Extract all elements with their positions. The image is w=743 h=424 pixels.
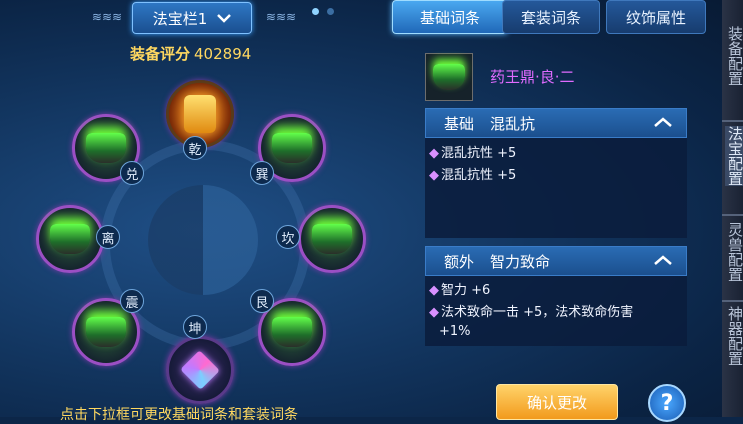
confirm-button[interactable]: 确认更改	[496, 384, 618, 420]
chevron-up-icon	[654, 115, 672, 131]
cauldron-icon	[312, 224, 352, 254]
yin-yang-icon	[148, 185, 258, 295]
diamond-icon: ◆	[429, 146, 439, 161]
score-label: 装备评分	[130, 45, 191, 63]
slot-dropdown-label: 法宝栏1	[152, 9, 208, 28]
page-dot-1[interactable]	[312, 8, 319, 15]
extra-affix-dropdown[interactable]: 额外 智力致命	[425, 246, 687, 276]
basic-affix-panel: 基础 混乱抗 ◆ 混乱抗性 +5 ◆ 混乱抗性 +5	[425, 108, 687, 238]
extra-title: 额外	[444, 252, 475, 271]
attr-line: ◆ 混乱抗性 +5	[429, 168, 517, 183]
trigram-dui: 兑	[120, 161, 144, 185]
attr-line-continued: +1%	[439, 324, 471, 339]
cauldron-icon	[272, 317, 312, 347]
chevron-up-icon	[654, 253, 672, 269]
tab-basic-affix[interactable]: 基础词条	[392, 0, 508, 34]
cauldron-icon	[433, 64, 465, 90]
cauldron-icon	[50, 224, 90, 254]
divider	[722, 300, 743, 302]
slot-kan[interactable]	[298, 205, 366, 273]
cauldron-icon	[86, 317, 126, 347]
crystal-icon	[180, 350, 220, 390]
attr-line: ◆ 智力 +6	[429, 283, 491, 298]
basic-affix-dropdown[interactable]: 基础 混乱抗	[425, 108, 687, 138]
trigram-zhen: 震	[120, 289, 144, 313]
page-dot-2[interactable]	[327, 8, 334, 15]
left-ornament-icon: ≋≋≋	[91, 10, 123, 24]
trigram-kan: 坎	[276, 225, 300, 249]
help-button[interactable]: ?	[648, 384, 686, 422]
page-dots	[312, 8, 334, 15]
side-tab-fabao[interactable]: 法宝配置	[725, 126, 743, 186]
equipment-score: 装备评分 402894	[130, 43, 251, 64]
trigram-kun: 坤	[183, 315, 207, 339]
trigram-qian: 乾	[183, 136, 207, 160]
extra-affix-panel: 额外 智力致命 ◆ 智力 +6 ◆ 法术致命一击 +5，法术致命伤害 +1%	[425, 246, 687, 346]
cauldron-icon	[86, 133, 126, 163]
attr-line: ◆ 混乱抗性 +5	[429, 146, 517, 161]
right-ornament-icon: ≋≋≋	[265, 10, 297, 24]
trigram-gen: 艮	[250, 289, 274, 313]
extra-affix-name: 智力致命	[490, 252, 551, 271]
divider	[722, 214, 743, 216]
attr-line: ◆ 法术致命一击 +5，法术致命伤害	[429, 305, 634, 320]
basic-affix-name: 混乱抗	[490, 114, 536, 133]
side-tab-pet[interactable]: 灵兽配置	[725, 222, 743, 282]
side-tab-equipment[interactable]: 装备配置	[725, 26, 743, 86]
slot-dropdown[interactable]: 法宝栏1	[132, 2, 252, 34]
diamond-icon: ◆	[429, 283, 439, 298]
basic-title: 基础	[444, 114, 475, 133]
chevron-down-icon	[217, 9, 232, 27]
item-icon[interactable]	[425, 53, 473, 101]
trigram-xun: 巽	[250, 161, 274, 185]
trigram-li: 离	[96, 225, 120, 249]
diamond-icon: ◆	[429, 168, 439, 183]
diamond-icon: ◆	[429, 305, 439, 320]
hint-text: 点击下拉框可更改基础词条和套装词条	[60, 407, 298, 423]
item-name: 药王鼎·良·二	[490, 68, 575, 86]
tab-set-affix[interactable]: 套装词条	[502, 0, 600, 34]
slot-li[interactable]	[36, 205, 104, 273]
cauldron-icon	[272, 133, 312, 163]
side-tab-artifact[interactable]: 神器配置	[725, 306, 743, 366]
score-value: 402894	[194, 45, 252, 63]
tab-pattern-attr[interactable]: 纹饰属性	[606, 0, 706, 34]
slot-kun[interactable]	[166, 336, 234, 404]
bell-icon	[184, 95, 216, 133]
divider	[722, 120, 743, 122]
